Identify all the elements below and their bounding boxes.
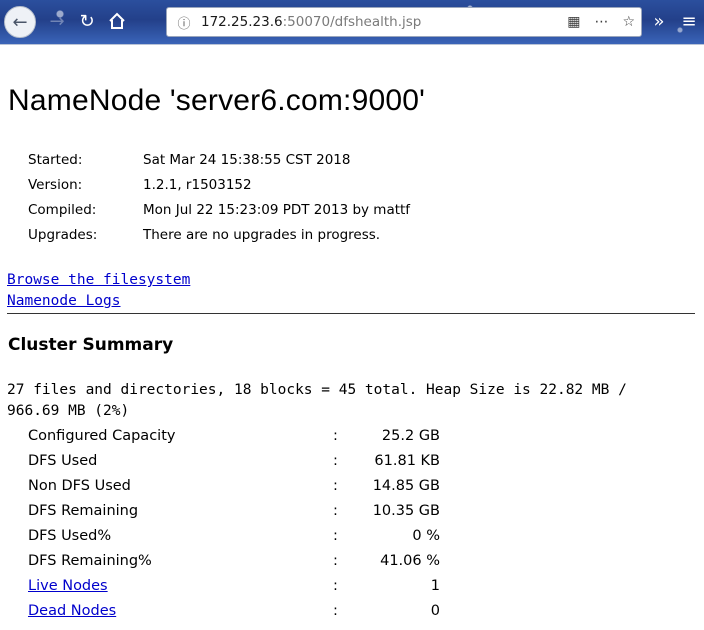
info-label: Compiled: bbox=[28, 201, 97, 218]
stat-value: 10.35 GB bbox=[372, 502, 440, 519]
info-label: Started: bbox=[28, 151, 83, 168]
overflow-button[interactable]: » bbox=[644, 6, 674, 36]
bookmark-star-icon[interactable]: ☆ bbox=[622, 14, 635, 30]
stat-colon: : bbox=[333, 427, 338, 444]
stat-label: DFS Remaining bbox=[28, 502, 139, 519]
info-label: Upgrades: bbox=[28, 226, 98, 243]
double-chevron-icon: » bbox=[653, 10, 665, 32]
qr-code-icon[interactable]: ▦ bbox=[567, 14, 580, 30]
url-path: :50070/dfshealth.jsp bbox=[282, 14, 422, 30]
menu-button[interactable]: ≡ bbox=[674, 6, 704, 36]
live-nodes-link[interactable]: Live Nodes bbox=[28, 578, 108, 594]
stat-colon: : bbox=[333, 527, 338, 544]
home-button[interactable] bbox=[102, 6, 132, 36]
stat-row: Dead Nodes : 0 bbox=[28, 598, 440, 623]
stat-label: Configured Capacity bbox=[28, 427, 176, 444]
info-row-compiled: Compiled: Mon Jul 22 15:23:09 PDT 2013 b… bbox=[28, 197, 410, 222]
stat-value: 1 bbox=[430, 577, 440, 594]
info-value: 1.2.1, r1503152 bbox=[143, 176, 252, 193]
stat-colon: : bbox=[333, 602, 338, 619]
stat-row: Non DFS Used : 14.85 GB bbox=[28, 473, 440, 498]
hamburger-menu-icon: ≡ bbox=[681, 10, 697, 32]
info-label: Version: bbox=[28, 176, 83, 193]
stat-colon: : bbox=[333, 502, 338, 519]
reload-button[interactable]: ↻ bbox=[72, 6, 102, 36]
cluster-summary-heading: Cluster Summary bbox=[8, 335, 174, 355]
stat-row: DFS Used% : 0 % bbox=[28, 523, 440, 548]
namenode-info-table: Started: Sat Mar 24 15:38:55 CST 2018 Ve… bbox=[28, 147, 410, 247]
stat-value: 41.06 % bbox=[380, 552, 440, 569]
stat-colon: : bbox=[333, 452, 338, 469]
stat-row: Configured Capacity : 25.2 GB bbox=[28, 423, 440, 448]
stat-label: DFS Remaining% bbox=[28, 552, 152, 569]
page-title: NameNode 'server6.com:9000' bbox=[8, 84, 426, 117]
nav-links: Browse the filesystem Namenode Logs bbox=[7, 268, 190, 310]
info-value: There are no upgrades in progress. bbox=[143, 226, 381, 243]
address-bar[interactable]: ⓘ 172.25.23.6:50070/dfshealth.jsp ▦ ⋯ ☆ bbox=[166, 7, 642, 37]
arrow-right-icon: → bbox=[49, 10, 65, 32]
home-icon bbox=[109, 12, 125, 29]
url-text[interactable]: 172.25.23.6:50070/dfshealth.jsp bbox=[201, 14, 421, 30]
forward-button[interactable]: → bbox=[42, 6, 72, 36]
page-actions-icon[interactable]: ⋯ bbox=[594, 14, 608, 30]
browse-filesystem-link[interactable]: Browse the filesystem bbox=[7, 272, 190, 288]
stat-value: 25.2 GB bbox=[381, 427, 440, 444]
stat-row: DFS Remaining : 10.35 GB bbox=[28, 498, 440, 523]
reload-icon: ↻ bbox=[79, 10, 95, 32]
info-icon[interactable]: ⓘ bbox=[173, 13, 195, 32]
info-row-version: Version: 1.2.1, r1503152 bbox=[28, 172, 410, 197]
cluster-summary-text: 27 files and directories, 18 blocks = 45… bbox=[7, 382, 627, 419]
stat-value: 0 bbox=[430, 602, 440, 619]
back-button[interactable]: ← bbox=[4, 6, 36, 38]
stat-value: 14.85 GB bbox=[372, 477, 440, 494]
stat-label: Non DFS Used bbox=[28, 477, 131, 494]
stat-colon: : bbox=[333, 577, 338, 594]
info-row-started: Started: Sat Mar 24 15:38:55 CST 2018 bbox=[28, 147, 410, 172]
divider bbox=[7, 313, 695, 314]
url-host: 172.25.23.6 bbox=[201, 14, 283, 30]
stat-label: DFS Used% bbox=[28, 527, 112, 544]
cluster-stats-table: Configured Capacity : 25.2 GB DFS Used :… bbox=[28, 423, 440, 623]
info-value: Sat Mar 24 15:38:55 CST 2018 bbox=[143, 151, 351, 168]
dead-nodes-link[interactable]: Dead Nodes bbox=[28, 603, 116, 619]
stat-row: DFS Used : 61.81 KB bbox=[28, 448, 440, 473]
namenode-logs-link[interactable]: Namenode Logs bbox=[7, 293, 121, 309]
stat-value: 0 % bbox=[412, 527, 440, 544]
browser-toolbar: ← → ↻ ⓘ 172.25.23.6:50070/dfshealth.jsp … bbox=[0, 0, 704, 45]
info-row-upgrades: Upgrades: There are no upgrades in progr… bbox=[28, 222, 410, 247]
stat-label: Live Nodes bbox=[28, 578, 333, 594]
arrow-left-icon: ← bbox=[12, 11, 28, 33]
stat-label: Dead Nodes bbox=[28, 603, 333, 619]
stat-value: 61.81 KB bbox=[374, 452, 440, 469]
stat-row: Live Nodes : 1 bbox=[28, 573, 440, 598]
info-value: Mon Jul 22 15:23:09 PDT 2013 by mattf bbox=[143, 201, 411, 218]
stat-label: DFS Used bbox=[28, 452, 98, 469]
stat-row: DFS Remaining% : 41.06 % bbox=[28, 548, 440, 573]
stat-colon: : bbox=[333, 552, 338, 569]
stat-colon: : bbox=[333, 477, 338, 494]
